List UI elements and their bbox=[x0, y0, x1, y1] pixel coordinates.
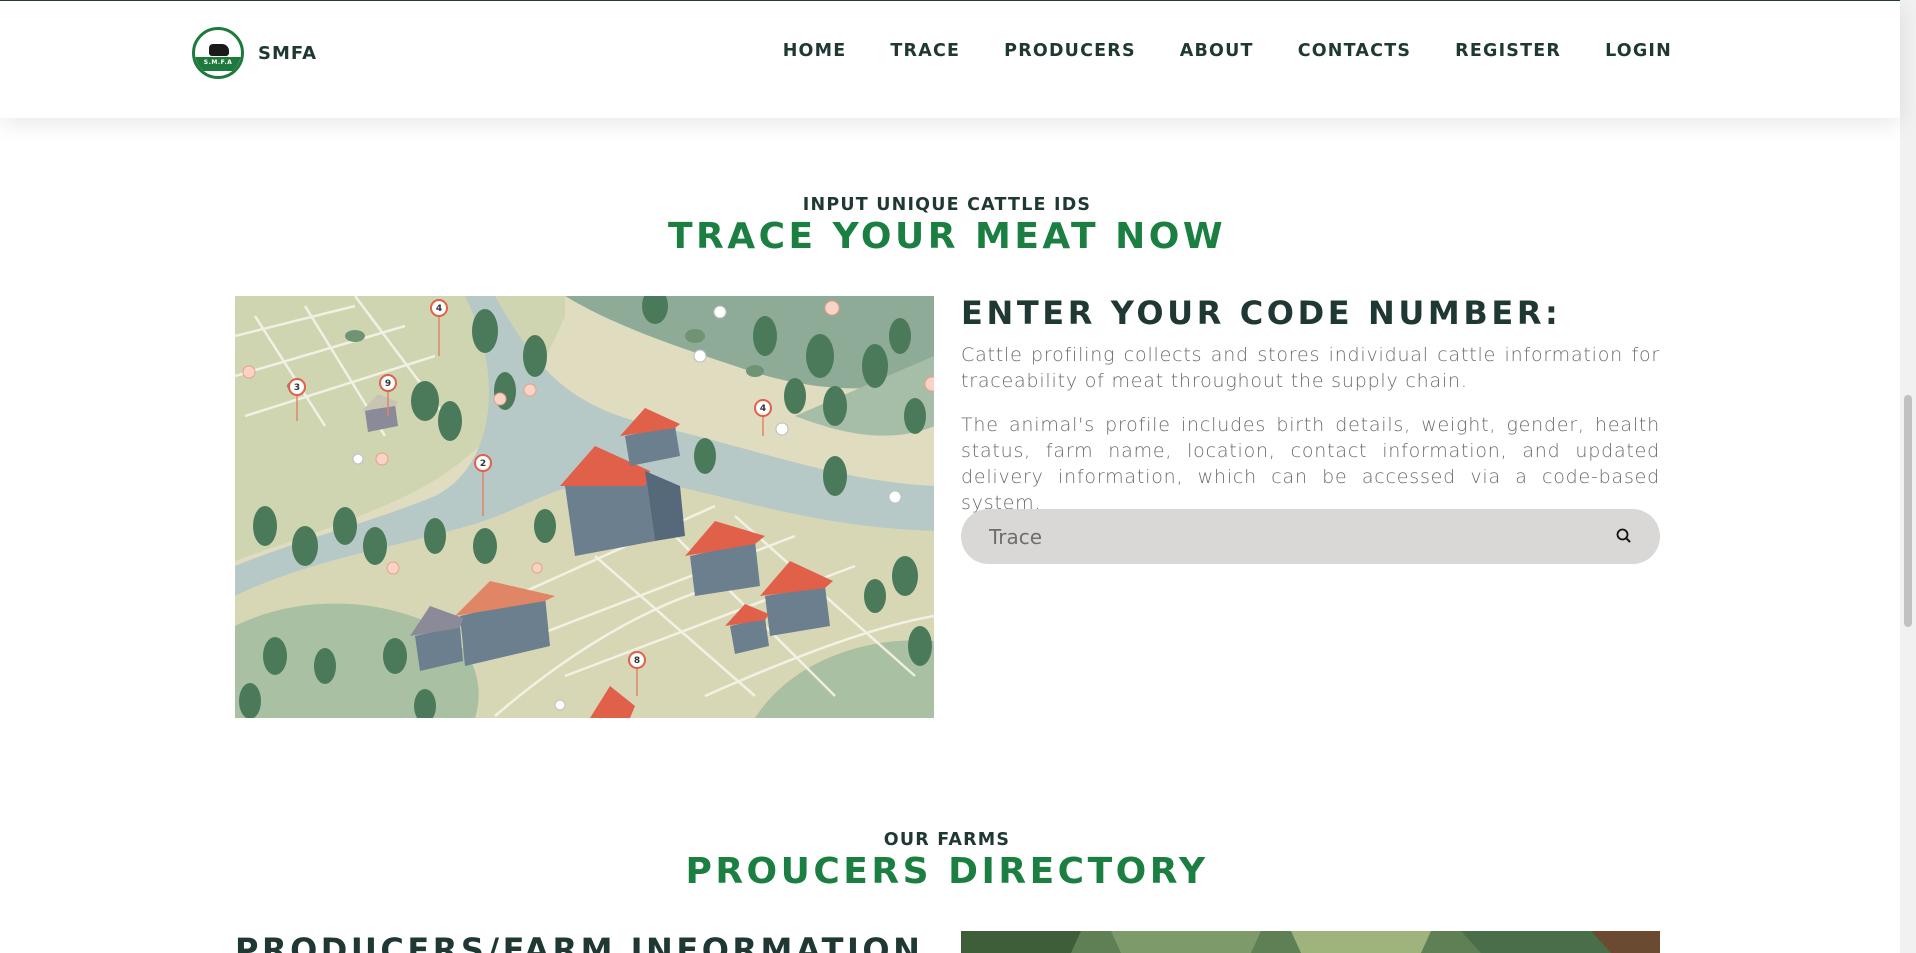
nav-contacts[interactable]: CONTACTS bbox=[1298, 41, 1411, 61]
brand-name[interactable]: SMFA bbox=[258, 43, 317, 64]
map-pin-label: 4 bbox=[436, 304, 442, 314]
nav-trace[interactable]: TRACE bbox=[890, 41, 960, 61]
map-graphic: 4 3 9 2 4 8 bbox=[235, 296, 934, 718]
map-pin-label: 4 bbox=[760, 404, 766, 414]
farm-map-illustration: 4 3 9 2 4 8 bbox=[235, 296, 934, 718]
logo-text: S.M.F.A bbox=[203, 59, 233, 66]
nav-register[interactable]: REGISTER bbox=[1455, 41, 1561, 61]
trace-section-title: TRACE YOUR MEAT NOW bbox=[667, 216, 1227, 257]
search-icon[interactable] bbox=[1614, 526, 1634, 546]
smfa-logo[interactable]: S.M.F.A bbox=[192, 27, 244, 79]
profile-paragraph: The animal's profile includes birth deta… bbox=[961, 414, 1660, 514]
trace-eyebrow: INPUT UNIQUE CATTLE IDS bbox=[802, 195, 1092, 215]
map-pin-label: 3 bbox=[294, 383, 300, 393]
main-nav: HOME TRACE PRODUCERS ABOUT CONTACTS REGI… bbox=[783, 41, 1672, 61]
map-pin-label: 2 bbox=[480, 459, 486, 469]
producers-info-heading: PRODUCERS/FARM INFORMATION bbox=[235, 931, 924, 953]
brand[interactable]: S.M.F.A SMFA bbox=[192, 27, 317, 79]
cow-icon bbox=[209, 44, 229, 56]
producers-section-title: PROUCERS DIRECTORY bbox=[685, 851, 1209, 892]
trace-search-bar bbox=[961, 509, 1660, 564]
nav-about[interactable]: ABOUT bbox=[1180, 41, 1254, 61]
nav-home[interactable]: HOME bbox=[783, 41, 847, 61]
page-scrollbar[interactable] bbox=[1900, 0, 1916, 953]
scrollbar-thumb[interactable] bbox=[1904, 395, 1912, 627]
map-pin-label: 8 bbox=[634, 656, 640, 666]
producers-eyebrow: OUR FARMS bbox=[883, 830, 1011, 850]
nav-producers[interactable]: PRODUCERS bbox=[1004, 41, 1136, 61]
farm-image bbox=[961, 931, 1660, 953]
site-header: S.M.F.A SMFA HOME TRACE PRODUCERS ABOUT … bbox=[0, 1, 1900, 118]
trace-input[interactable] bbox=[961, 509, 1581, 564]
intro-paragraph: Cattle profiling collects and stores ind… bbox=[961, 344, 1660, 392]
nav-login[interactable]: LOGIN bbox=[1605, 41, 1672, 61]
code-number-heading: ENTER YOUR CODE NUMBER: bbox=[961, 294, 1562, 332]
map-pin-label: 9 bbox=[385, 379, 391, 389]
